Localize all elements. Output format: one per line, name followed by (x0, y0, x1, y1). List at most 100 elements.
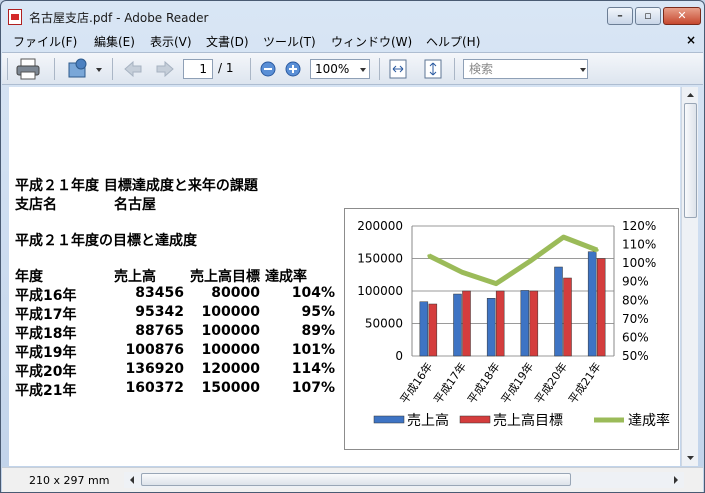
document-heading: 平成２１年度 目標達成度と来年の課題 (15, 178, 258, 194)
menu-view[interactable]: 表示(V) (150, 33, 192, 50)
print-icon[interactable] (15, 57, 41, 81)
bar-sales (554, 266, 563, 357)
toolbar-separator (112, 58, 113, 80)
title-bar: 名古屋支店.pdf - Adobe Reader – ▫ ✕ (1, 1, 704, 31)
menu-window[interactable]: ウィンドウ(W) (331, 33, 412, 50)
table-header-sales: 売上高 (114, 269, 156, 285)
menu-tools[interactable]: ツール(T) (263, 33, 316, 50)
search-dropdown-arrow-icon[interactable] (580, 68, 586, 72)
document-page: 平成２１年度 目標達成度と来年の課題 支店名 名古屋 平成２１年度の目標と達成度… (9, 87, 680, 466)
legend-swatch (373, 415, 405, 424)
table-cell: 160372 (125, 380, 184, 396)
table-cell: 107% (291, 380, 335, 396)
bar-sales (486, 298, 496, 357)
line-point (528, 259, 532, 263)
table-cell: 136920 (125, 361, 184, 377)
zoom-out-icon[interactable] (260, 61, 276, 77)
legend-label: 売上高目標 (493, 412, 563, 429)
y-right-tick-label: 100% (622, 256, 656, 270)
maximize-button[interactable]: ▫ (635, 7, 661, 25)
legend-label: 達成率 (628, 412, 670, 429)
window-title: 名古屋支店.pdf - Adobe Reader (29, 11, 209, 25)
pdf-app-icon (8, 9, 22, 25)
toolbar-separator (250, 58, 251, 80)
y-right-tick-label: 70% (622, 312, 649, 326)
bar-target (462, 290, 471, 357)
fit-width-icon[interactable] (388, 58, 408, 80)
bar-target (529, 290, 539, 357)
toolbar-separator (379, 58, 380, 80)
table-cell: 平成18年 (15, 326, 77, 342)
bar-sales (520, 290, 530, 357)
scroll-left-icon[interactable] (125, 473, 139, 487)
y-right-tick-label: 80% (622, 293, 649, 307)
toolbar-grip (7, 58, 8, 80)
table-cell: 150000 (201, 380, 260, 396)
legend-label: 売上高 (407, 412, 449, 429)
menu-document[interactable]: 文書(D) (206, 33, 249, 50)
horizontal-scrollbar[interactable] (124, 472, 684, 488)
line-point (494, 282, 498, 286)
section-title: 平成２１年度の目標と達成度 (15, 233, 197, 249)
table-cell: 83456 (135, 285, 184, 301)
y-right-tick-label: 60% (622, 330, 649, 344)
y-left-tick-label: 100000 (357, 284, 403, 298)
scroll-down-icon[interactable] (683, 450, 698, 465)
line-point (461, 270, 464, 274)
menu-file[interactable]: ファイル(F) (13, 33, 77, 50)
y-left-tick-label: 50000 (365, 317, 403, 331)
y-left-tick-label: 200000 (357, 219, 403, 233)
toolbar: 1 / 1 100% 検索 (2, 52, 703, 85)
scroll-right-icon[interactable] (669, 473, 683, 487)
vertical-scroll-thumb[interactable] (684, 103, 697, 218)
bar-target (563, 277, 572, 357)
table-header-target: 売上高目標 (190, 269, 260, 285)
table-cell: 80000 (211, 285, 260, 301)
page-size-label: 210 x 297 mm (29, 474, 110, 487)
legend-swatch (459, 415, 491, 424)
menu-edit[interactable]: 編集(E) (94, 33, 135, 50)
table-cell: 100876 (125, 342, 184, 358)
zoom-in-icon[interactable] (285, 61, 301, 77)
branch-value: 名古屋 (114, 197, 156, 213)
page-number-input[interactable]: 1 (183, 59, 213, 79)
bar-sales (453, 293, 462, 357)
table-cell: 95% (301, 304, 335, 320)
y-left-tick-label: 150000 (357, 252, 403, 266)
table-cell: 100000 (201, 304, 260, 320)
bar-target (596, 258, 606, 357)
fit-page-icon[interactable] (423, 58, 443, 80)
next-page-icon[interactable] (155, 59, 175, 79)
previous-page-icon[interactable] (123, 59, 143, 79)
y-right-tick-label: 90% (622, 275, 649, 289)
line-point (595, 248, 599, 252)
branch-label: 支店名 (15, 197, 57, 213)
menu-help[interactable]: ヘルプ(H) (426, 33, 480, 50)
table-cell: 89% (301, 323, 335, 339)
bar-sales (419, 301, 429, 357)
scroll-up-icon[interactable] (683, 88, 698, 103)
document-close-icon[interactable]: × (686, 33, 696, 47)
line-point (562, 235, 565, 239)
y-right-tick-label: 120% (622, 219, 656, 233)
minimize-button[interactable]: – (607, 7, 633, 25)
table-cell: 101% (291, 342, 335, 358)
horizontal-scroll-thumb[interactable] (141, 473, 571, 486)
table-cell: 88765 (135, 323, 184, 339)
maximize-icon: ▫ (644, 9, 652, 22)
table-cell: 114% (291, 361, 335, 377)
zoom-dropdown-arrow-icon[interactable] (360, 68, 366, 72)
line-point (427, 254, 431, 258)
toolbar-separator (454, 58, 455, 80)
vertical-scrollbar[interactable] (681, 87, 698, 466)
search-input[interactable]: 検索 (463, 59, 588, 79)
bar-target (428, 303, 438, 357)
close-button[interactable]: ✕ (663, 7, 701, 25)
table-cell: 100000 (201, 323, 260, 339)
table-cell: 平成16年 (15, 288, 77, 304)
table-cell: 平成21年 (15, 383, 77, 399)
table-cell: 95342 (135, 304, 184, 320)
y-right-tick-label: 50% (622, 349, 649, 363)
collaborate-icon[interactable] (66, 57, 104, 81)
page-total: / 1 (218, 61, 234, 75)
